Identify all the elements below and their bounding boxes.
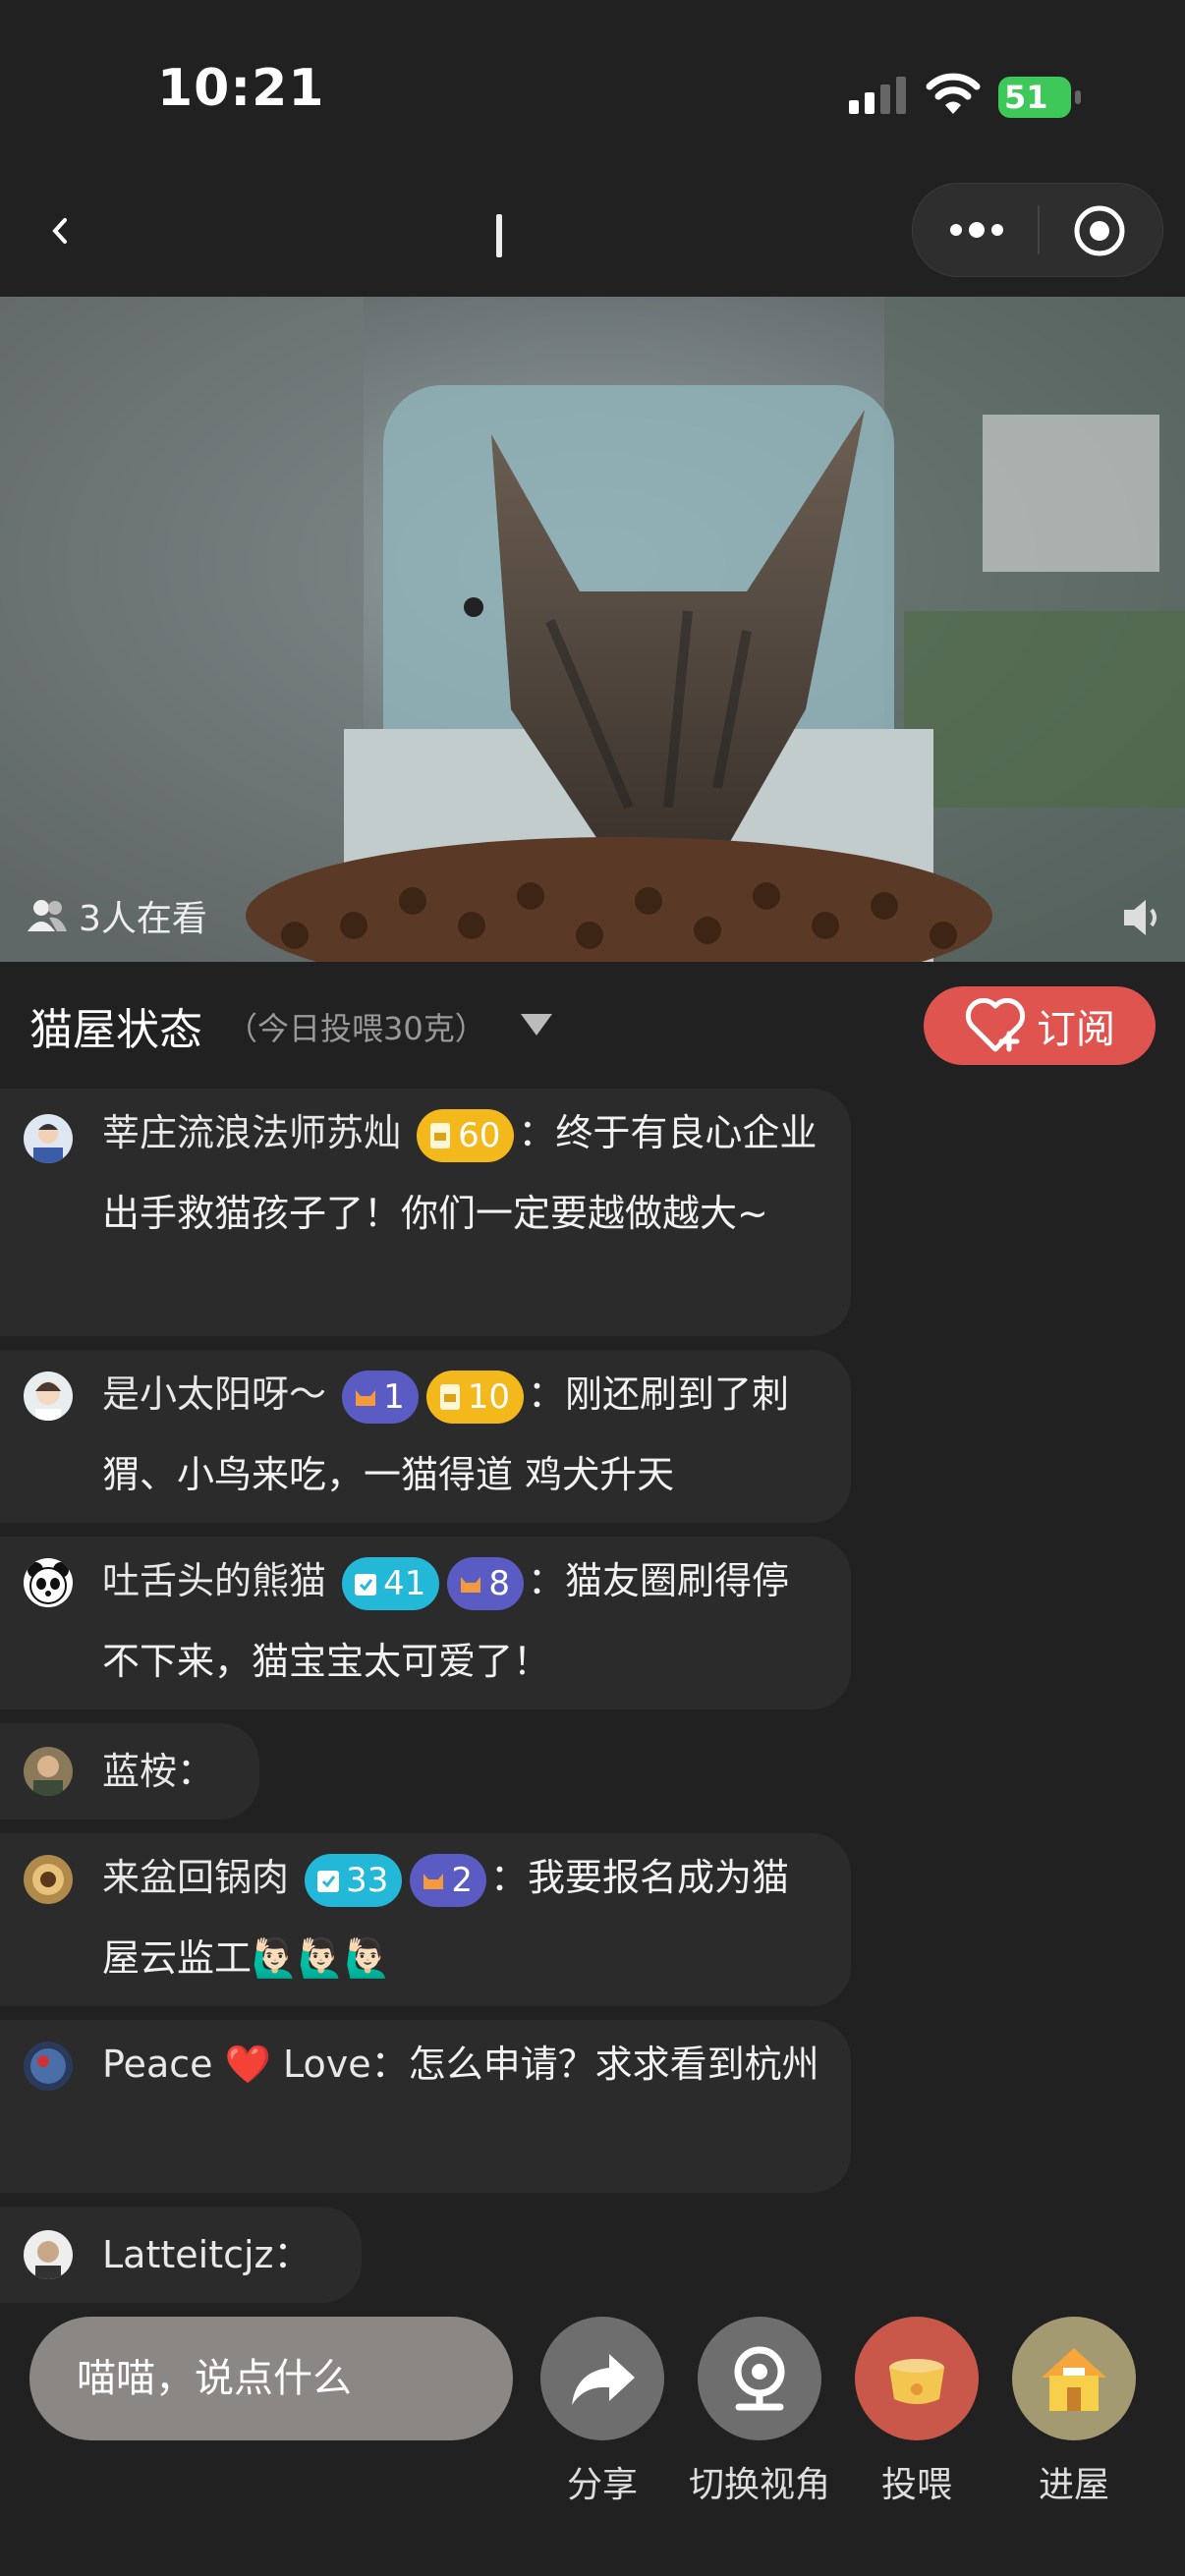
- badge-value: 1: [383, 1376, 405, 1417]
- capsule-divider: [1038, 205, 1040, 254]
- battery-level: 51: [1004, 79, 1048, 116]
- commenter-name[interactable]: Latteitcjz: [102, 2233, 274, 2276]
- cellular-signal-icon: [849, 77, 906, 114]
- enter-house-label: 进屋: [1038, 2465, 1109, 2505]
- cat-face-icon: [356, 1389, 376, 1406]
- commenter-name-part2: Love: [283, 2043, 371, 2086]
- list-item: 是小太阳呀～ 1 10 ：刚还刷到了刺猬、小鸟来吃，一猫得道 鸡犬升天: [0, 1350, 851, 1523]
- feeding-badge: 10: [425, 1370, 525, 1424]
- calendar-icon: [355, 1573, 377, 1596]
- share-label: 分享: [566, 2465, 638, 2505]
- heart-emoji: ❤️: [224, 2043, 271, 2086]
- enter-house-button[interactable]: [1012, 2317, 1136, 2440]
- list-item: 吐舌头的熊猫 41 8 ：猫友圈刷得停不下来，猫宝宝太可爱了！: [0, 1537, 851, 1709]
- cat-badge: 2: [410, 1853, 487, 1907]
- avatar[interactable]: [24, 1372, 73, 1421]
- switch-view-label: 切换视角: [688, 2465, 830, 2505]
- avatar[interactable]: [24, 2042, 73, 2091]
- close-target-icon[interactable]: [1072, 203, 1127, 258]
- house-icon: [1042, 2348, 1106, 2411]
- avatar[interactable]: [24, 1855, 73, 1904]
- badge-value: 60: [458, 1115, 501, 1155]
- back-icon[interactable]: [39, 206, 79, 255]
- avatar[interactable]: [24, 2230, 73, 2279]
- heart-plus-icon: [965, 998, 1026, 1052]
- feed-label: 投喂: [880, 2465, 952, 2505]
- list-item: 来盆回锅肉 33 2 ：我要报名成为猫屋云监工🙋🏻‍♂️🙋🏻‍♂️🙋🏻‍♂️: [0, 1833, 851, 2006]
- cat-badge: 8: [447, 1556, 525, 1610]
- list-item: Latteitcjz：: [0, 2207, 362, 2303]
- live-video[interactable]: [0, 297, 1185, 962]
- camera-icon: [734, 2346, 785, 2411]
- feed-button[interactable]: [855, 2317, 979, 2440]
- comment-message: ：: [177, 1750, 215, 1793]
- commenter-name-part1: Peace: [102, 2043, 213, 2086]
- nav-title-cursor: [496, 214, 502, 257]
- cat-house-status-title: 猫屋状态: [29, 1005, 202, 1055]
- food-bowl-icon: [889, 2359, 944, 2404]
- chevron-down-icon[interactable]: [519, 1012, 554, 1037]
- status-bar: 10:21 51: [0, 0, 1185, 187]
- share-icon: [572, 2354, 635, 2405]
- comment-message: ：怎么申请？求求看到杭州: [370, 2043, 819, 2086]
- cat-face-icon: [423, 1873, 444, 1889]
- checkin-badge: 41: [342, 1556, 440, 1610]
- list-item: Peace ❤️ Love：怎么申请？求求看到杭州: [0, 2020, 851, 2193]
- video-frame-image: [0, 297, 1185, 962]
- badge-value: 2: [451, 1860, 474, 1900]
- badge-value: 33: [346, 1860, 389, 1900]
- food-bag-icon: [439, 1383, 460, 1410]
- badge-value: 10: [467, 1376, 511, 1417]
- cat-badge: 1: [342, 1370, 419, 1424]
- chat-input[interactable]: 喵喵，说点什么: [29, 2317, 513, 2440]
- list-item: 蓝桉：: [0, 1723, 259, 1820]
- speaker-icon[interactable]: [1120, 896, 1167, 939]
- wifi-icon: [926, 73, 981, 114]
- avatar[interactable]: [24, 1747, 73, 1796]
- comment-message: ：: [273, 2233, 311, 2276]
- battery-icon: 51: [998, 77, 1081, 118]
- commenter-name[interactable]: 莘庄流浪法师苏灿: [102, 1111, 401, 1154]
- viewer-count: 3人在看: [28, 886, 207, 945]
- avatar[interactable]: [24, 1558, 73, 1607]
- switch-view-button[interactable]: [698, 2317, 821, 2440]
- commenter-name[interactable]: 来盆回锅肉: [102, 1856, 289, 1899]
- share-button[interactable]: [540, 2317, 664, 2440]
- commenter-name[interactable]: 吐舌头的熊猫: [102, 1559, 326, 1602]
- more-icon[interactable]: [942, 207, 1011, 252]
- badge-value: 8: [488, 1563, 511, 1603]
- status-time: 10:21: [157, 59, 325, 118]
- cat-face-icon: [461, 1576, 481, 1593]
- today-feeding-amount: （今日投喂30克）: [226, 1010, 486, 1047]
- mini-program-capsule: [912, 183, 1163, 277]
- commenter-name[interactable]: Peace ❤️ Love: [102, 2043, 371, 2086]
- viewer-count-text: 3人在看: [79, 899, 207, 939]
- calendar-icon: [317, 1870, 340, 1892]
- badge-value: 41: [383, 1563, 426, 1603]
- commenter-name[interactable]: 是小太阳呀～: [102, 1372, 326, 1416]
- checkin-badge: 33: [305, 1853, 403, 1907]
- avatar[interactable]: [24, 1114, 73, 1163]
- list-item: 莘庄流浪法师苏灿 60 ：终于有良心企业出手救猫孩子了！你们一定要越做越大~: [0, 1089, 851, 1336]
- feeding-badge: 60: [417, 1108, 515, 1162]
- commenter-name[interactable]: 蓝桉: [102, 1750, 177, 1793]
- subscribe-label: 订阅: [1037, 1007, 1115, 1052]
- food-bag-icon: [430, 1122, 451, 1148]
- subscribe-button[interactable]: 订阅: [924, 986, 1156, 1065]
- viewers-icon: [28, 900, 67, 931]
